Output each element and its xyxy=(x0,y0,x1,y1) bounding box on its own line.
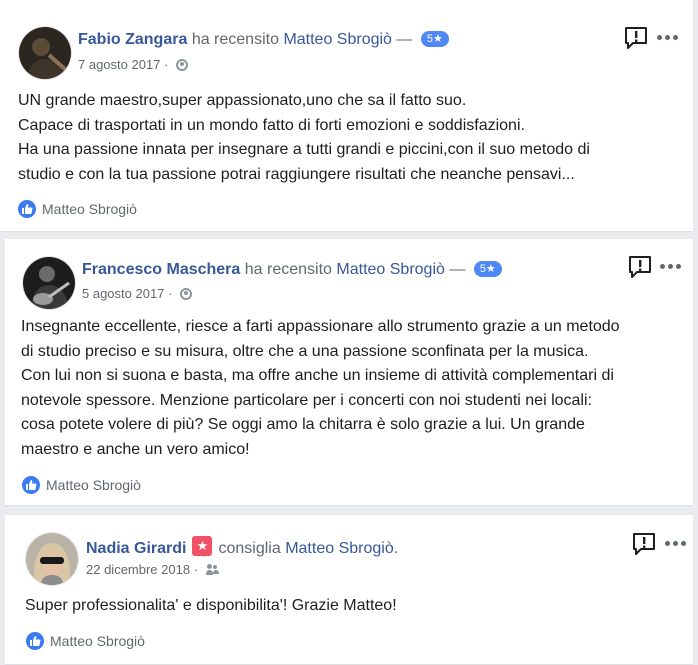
more-options-icon[interactable] xyxy=(665,540,687,548)
separator: . xyxy=(393,540,399,557)
friends-icon[interactable] xyxy=(205,564,220,576)
liked-by[interactable]: Matteo Sbrogiò xyxy=(46,477,141,493)
page-link[interactable]: Matteo Sbrogiò xyxy=(336,261,445,278)
author-name[interactable]: Nadia Girardi xyxy=(86,540,186,557)
like-row[interactable]: Matteo Sbrogiò xyxy=(18,200,137,218)
thumbs-up-icon xyxy=(22,476,40,494)
separator: — xyxy=(391,31,413,48)
review-card: Nadia Girardi ★ consiglia Matteo Sbrogiò. … xyxy=(5,515,693,665)
separator: — xyxy=(444,261,466,278)
thumbs-up-icon xyxy=(26,632,44,650)
review-verb: ha recensito xyxy=(191,31,279,48)
avatar[interactable] xyxy=(18,26,72,80)
thumbs-up-icon xyxy=(18,200,36,218)
review-verb: consiglia xyxy=(218,540,281,557)
avatar[interactable] xyxy=(22,256,76,310)
review-text: Super professionalita' e disponibilita'!… xyxy=(25,597,397,614)
report-icon[interactable] xyxy=(624,26,648,50)
rating-badge[interactable]: 5★ xyxy=(473,261,502,277)
page-link[interactable]: Matteo Sbrogiò xyxy=(285,540,394,557)
avatar[interactable] xyxy=(25,532,79,586)
report-icon[interactable] xyxy=(632,532,656,556)
post-date[interactable]: 7 agosto 2017 xyxy=(78,57,160,72)
review-verb: ha recensito xyxy=(244,261,332,278)
page-link[interactable]: Matteo Sbrogiò xyxy=(283,31,392,48)
recommend-star-icon: ★ xyxy=(192,536,213,557)
liked-by[interactable]: Matteo Sbrogiò xyxy=(42,201,137,217)
more-options-icon[interactable] xyxy=(660,263,682,271)
review-text: UN grande maestro,super appassionato,uno… xyxy=(18,92,590,183)
like-row[interactable]: Matteo Sbrogiò xyxy=(22,476,141,494)
globe-icon[interactable] xyxy=(175,59,188,71)
review-card: Francesco Maschera ha recensito Matteo S… xyxy=(5,239,693,506)
rating-badge[interactable]: 5★ xyxy=(420,31,449,47)
more-options-icon[interactable] xyxy=(657,34,679,42)
like-row[interactable]: Matteo Sbrogiò xyxy=(26,632,145,650)
author-name[interactable]: Francesco Maschera xyxy=(82,261,240,278)
review-card: Fabio Zangara ha recensito Matteo Sbrogi… xyxy=(0,0,693,232)
post-date[interactable]: 22 dicembre 2018 xyxy=(86,562,190,577)
liked-by[interactable]: Matteo Sbrogiò xyxy=(50,633,145,649)
review-text: Insegnante eccellente, riesce a farti ap… xyxy=(21,318,620,458)
post-date[interactable]: 5 agosto 2017 xyxy=(82,286,164,301)
globe-icon[interactable] xyxy=(179,288,192,300)
author-name[interactable]: Fabio Zangara xyxy=(78,31,187,48)
report-icon[interactable] xyxy=(628,255,652,279)
